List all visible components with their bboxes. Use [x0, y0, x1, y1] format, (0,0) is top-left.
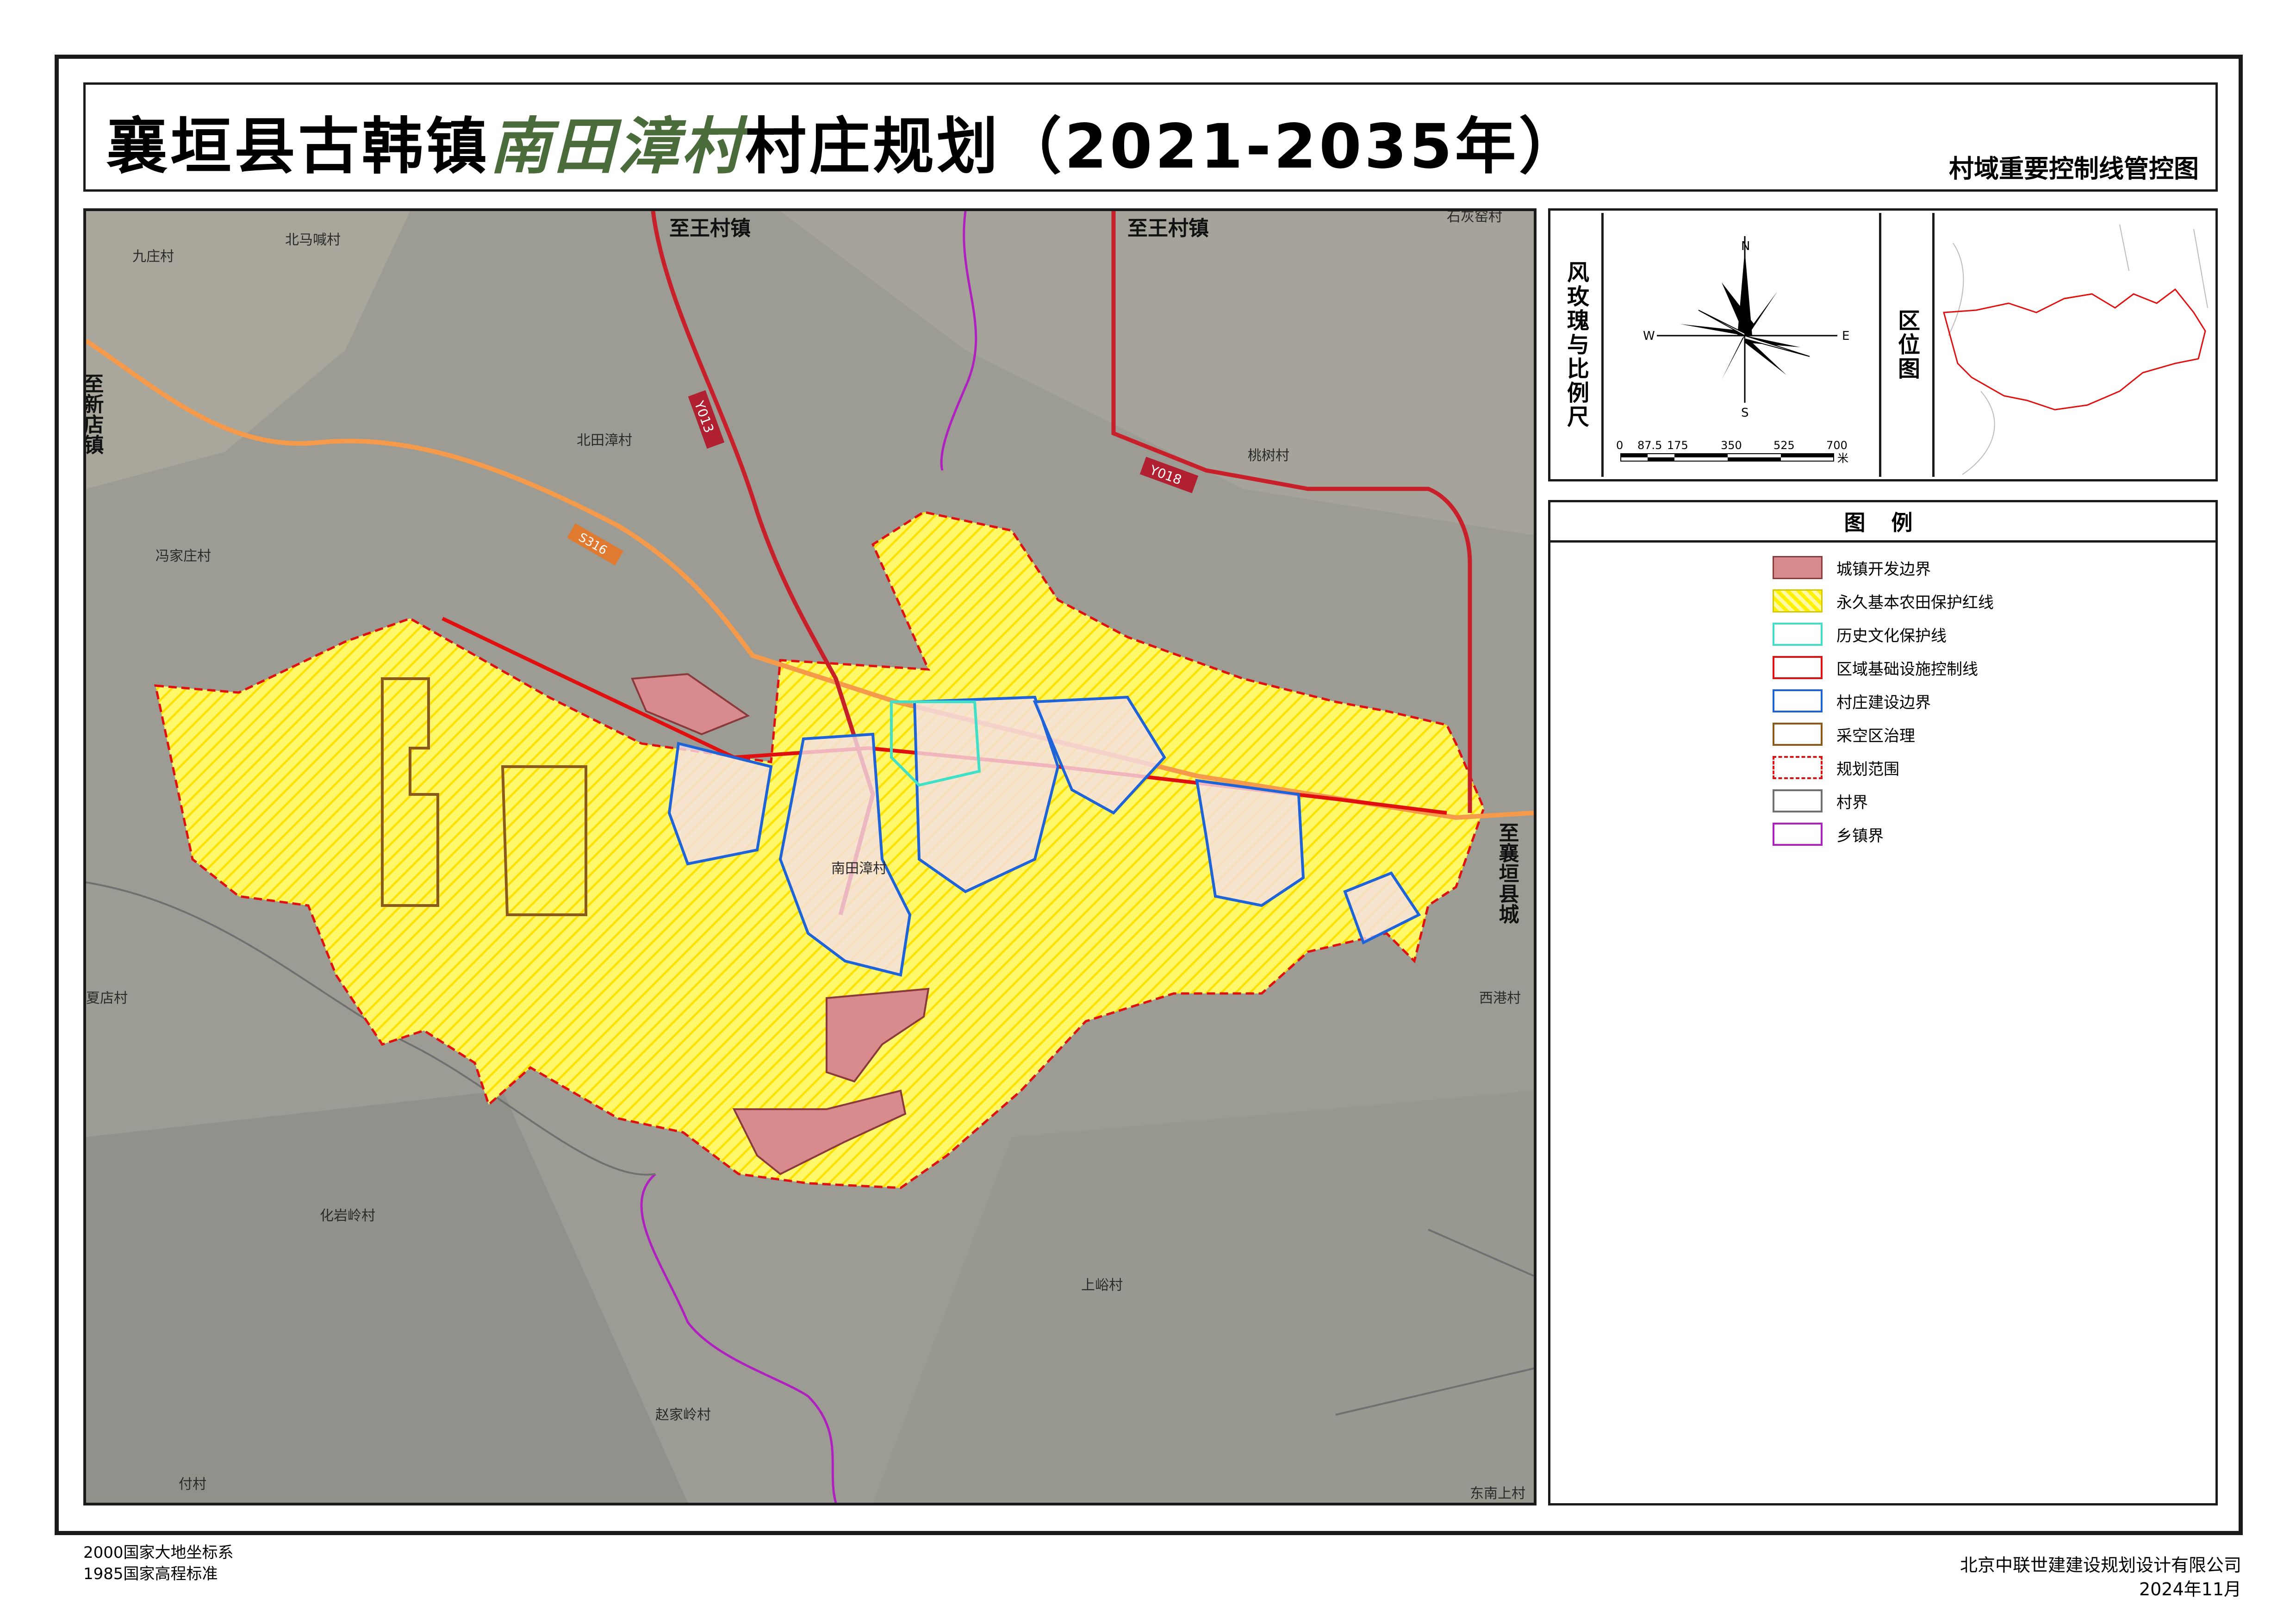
legend-item: 乡镇界 [1773, 822, 1884, 846]
village-construction-boundary [1195, 779, 1305, 907]
place-label: 西港村 [1479, 990, 1521, 1006]
compass-caption: 风玫瑰与比例尺 [1550, 213, 1604, 477]
direction-label-east: 至襄垣县城 [1495, 822, 1519, 924]
legend-swatch-historic [1773, 623, 1823, 646]
place-label: 赵家岭村 [655, 1407, 711, 1423]
place-label: 南田漳村 [831, 861, 887, 877]
direction-label-north-right: 至王村镇 [1127, 217, 1209, 240]
legend-item: 村界 [1773, 789, 1868, 813]
direction-label-west: 至新店镇 [86, 373, 104, 455]
legend-swatch-town [1773, 556, 1823, 579]
compass-n: N [1741, 239, 1750, 253]
main-map[interactable]: 北马喊村 九庄村 北田漳村 冯家庄村 桃树村 石灰窑村 南田漳村 夏店村 西港村… [83, 208, 1537, 1505]
legend-title: 图 例 [1550, 502, 2215, 543]
coordinate-system: 2000国家大地坐标系 [83, 1543, 234, 1562]
legend-item: 村庄建设边界 [1773, 689, 1931, 713]
title-village: 南田漳村 [490, 111, 745, 182]
legend-swatch-planning-area [1773, 756, 1823, 779]
svg-text:87.5: 87.5 [1637, 439, 1662, 452]
location-caption: 区位图 [1879, 213, 1935, 477]
place-label: 石灰窑村 [1447, 211, 1502, 225]
legend-item: 采空区治理 [1773, 722, 1915, 746]
legend-item: 规划范围 [1773, 756, 1899, 780]
height-system: 1985国家高程标准 [83, 1565, 218, 1583]
village-construction-boundary [667, 742, 773, 866]
legend-item: 城镇开发边界 [1773, 556, 1931, 580]
company-name: 北京中联世建建设规划设计有限公司 [1960, 1555, 2241, 1575]
legend-item: 永久基本农田保护红线 [1773, 589, 1994, 613]
place-label: 夏店村 [86, 990, 128, 1006]
legend-item: 历史文化保护线 [1773, 622, 1947, 646]
place-label: 北田漳村 [577, 432, 632, 449]
compass-w: W [1643, 329, 1655, 343]
svg-text:米: 米 [1837, 452, 1848, 465]
legend-box [1548, 500, 2218, 1505]
place-label: 北马喊村 [285, 232, 341, 248]
title-suffix: 村庄规划（2021-2035年） [745, 111, 1583, 182]
compass-e: E [1842, 329, 1849, 343]
compass-s: S [1741, 406, 1749, 420]
place-label: 九庄村 [132, 249, 174, 265]
wind-rose: N S E W 0 87.5 175 350 525 700 米 [1616, 236, 1849, 465]
legend-swatch-farmland [1773, 589, 1823, 612]
place-label: 化岩岭村 [320, 1208, 375, 1224]
place-label: 冯家庄村 [156, 548, 211, 564]
issue-date: 2024年11月 [2139, 1579, 2241, 1599]
place-label: 付村 [179, 1476, 206, 1493]
direction-label-north-left: 至王村镇 [669, 217, 751, 240]
scale-bar: 0 87.5 175 350 525 700 米 [1616, 439, 1848, 465]
map-title: 襄垣县古韩镇南田漳村村庄规划（2021-2035年） [106, 97, 1583, 186]
place-label: 东南上村 [1470, 1486, 1525, 1502]
legend-swatch-infrastructure [1773, 656, 1823, 679]
svg-text:0: 0 [1616, 439, 1623, 452]
legend-swatch-township-boundary [1773, 823, 1823, 846]
legend-swatch-village-construction [1773, 689, 1823, 712]
location-map [1935, 215, 2215, 479]
place-label: 桃树村 [1248, 448, 1289, 464]
svg-text:525: 525 [1773, 439, 1795, 452]
legend-swatch-goaf [1773, 723, 1823, 746]
main-map-canvas[interactable]: 北马喊村 九庄村 北田漳村 冯家庄村 桃树村 石灰窑村 南田漳村 夏店村 西港村… [86, 211, 1534, 1503]
svg-text:700: 700 [1826, 439, 1848, 452]
svg-text:350: 350 [1721, 439, 1742, 452]
legend-swatch-village-boundary [1773, 789, 1823, 812]
place-label: 上峪村 [1081, 1277, 1123, 1293]
title-prefix: 襄垣县古韩镇 [106, 111, 490, 182]
map-subtitle: 村域重要控制线管控图 [1949, 154, 2199, 183]
legend-item: 区域基础设施控制线 [1773, 656, 1978, 680]
svg-text:175: 175 [1667, 439, 1688, 452]
